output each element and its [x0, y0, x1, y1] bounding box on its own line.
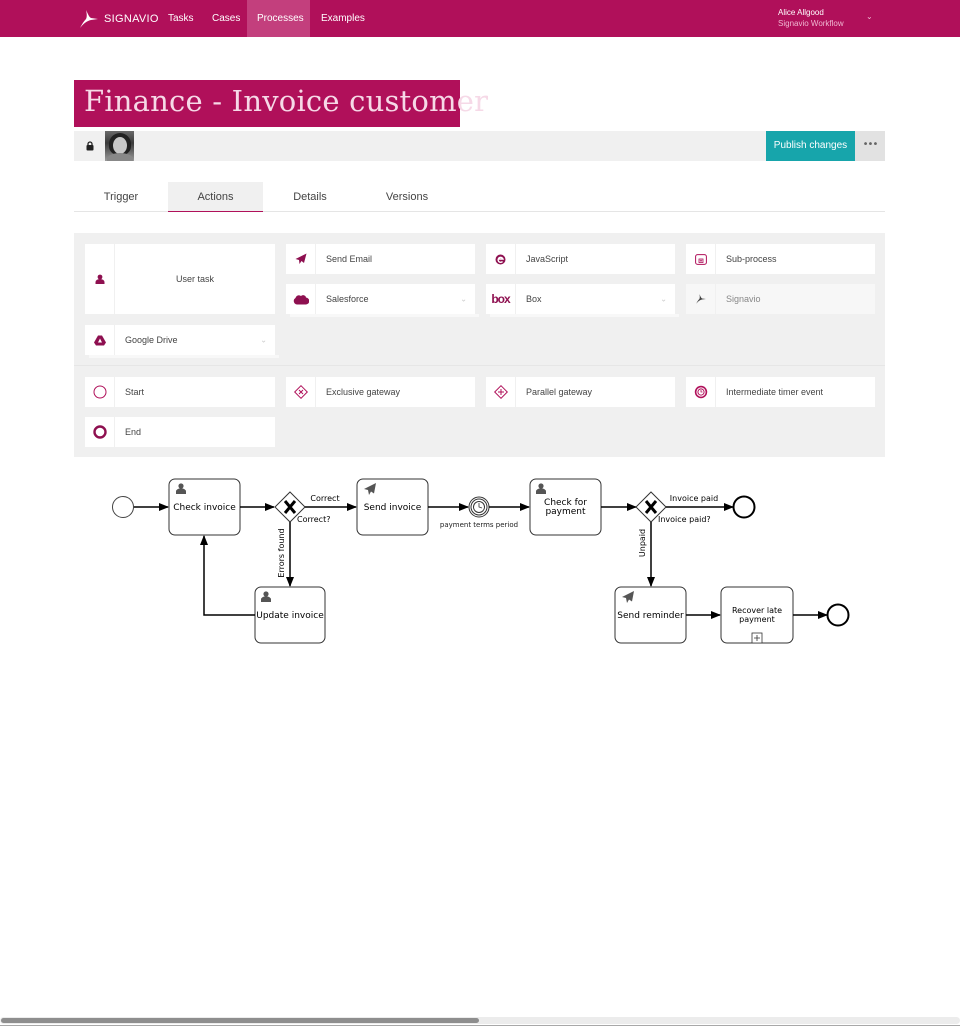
- palette-label: Signavio: [716, 284, 875, 314]
- timer-event[interactable]: payment terms period: [440, 496, 518, 529]
- nav-tasks[interactable]: Tasks: [158, 0, 204, 37]
- task-label: Check invoice: [173, 503, 236, 513]
- end-event-icon: [85, 417, 114, 447]
- palette-label: Exclusive gateway: [316, 377, 475, 407]
- lock-icon: [86, 141, 94, 151]
- task-label: Send reminder: [617, 611, 684, 621]
- palette-sub-process[interactable]: Sub-process: [686, 244, 875, 274]
- palette-label: Start: [115, 377, 275, 407]
- tab-details[interactable]: Details: [263, 182, 357, 212]
- more-options-button[interactable]: •••: [855, 131, 885, 161]
- palette-label: Send Email: [316, 244, 475, 274]
- palette-label: Google Drive ⌄: [115, 325, 275, 355]
- palette-label: Box ⌄: [516, 284, 675, 314]
- salesforce-icon: [286, 284, 315, 314]
- palette-salesforce[interactable]: Salesforce ⌄: [286, 284, 479, 317]
- user-icon: [85, 244, 114, 314]
- palette-label: Salesforce ⌄: [316, 284, 475, 314]
- flow-label: Unpaid: [638, 529, 647, 557]
- process-title-box[interactable]: Finance - Invoice customer: [74, 80, 488, 127]
- exclusive-gateway-icon: [286, 377, 315, 407]
- palette-user-task[interactable]: User task: [85, 244, 275, 314]
- palette-label: End: [115, 417, 275, 447]
- nav-examples[interactable]: Examples: [311, 0, 375, 37]
- task-check-invoice[interactable]: Check invoice: [168, 478, 241, 536]
- palette-javascript[interactable]: JavaScript: [486, 244, 675, 274]
- palette-label: Sub-process: [716, 244, 875, 274]
- task-send-reminder[interactable]: Send reminder: [614, 586, 687, 644]
- javascript-icon: [486, 244, 515, 274]
- palette-timer-event[interactable]: Intermediate timer event: [686, 377, 875, 407]
- task-update-invoice[interactable]: Update invoice: [254, 586, 326, 644]
- nav-cases[interactable]: Cases: [202, 0, 250, 37]
- gateway-label: Invoice paid?: [658, 515, 711, 524]
- google-drive-icon: [85, 325, 114, 355]
- task-label: Update invoice: [256, 611, 324, 621]
- flow-label: Invoice paid: [670, 494, 718, 503]
- process-title[interactable]: Finance - Invoice customer: [84, 84, 488, 118]
- nav-processes[interactable]: Processes: [247, 0, 310, 37]
- palette-parallel-gateway[interactable]: Parallel gateway: [486, 377, 675, 407]
- publish-changes-button[interactable]: Publish changes: [766, 131, 855, 161]
- parallel-gateway-icon: [486, 377, 515, 407]
- start-event-icon: [85, 377, 114, 407]
- palette-google-drive[interactable]: Google Drive ⌄: [85, 325, 279, 358]
- collapsed-subprocess-marker-icon[interactable]: [751, 632, 763, 644]
- brand-name: SIGNAVIO: [104, 13, 159, 25]
- palette-label: Parallel gateway: [516, 377, 675, 407]
- palette-end-event[interactable]: End: [85, 417, 275, 447]
- flow-label: Correct: [310, 494, 339, 503]
- tab-versions[interactable]: Versions: [357, 182, 457, 212]
- task-label-line-1: Recover late: [732, 606, 782, 615]
- timer-event-icon: [686, 377, 715, 407]
- task-label-line-2: payment: [545, 507, 586, 517]
- start-event[interactable]: [112, 496, 134, 518]
- palette-start-event[interactable]: Start: [85, 377, 275, 407]
- horizontal-scrollbar-thumb[interactable]: [1, 1018, 479, 1023]
- palette-box[interactable]: box Box ⌄: [486, 284, 679, 317]
- palette-exclusive-gateway[interactable]: Exclusive gateway: [286, 377, 475, 407]
- task-send-invoice[interactable]: Send invoice: [356, 478, 429, 536]
- subprocess-recover-late-payment[interactable]: Recover late payment: [720, 586, 794, 644]
- gateway-label: Correct?: [297, 515, 330, 524]
- task-label-line-2: payment: [739, 615, 775, 624]
- palette-label: Intermediate timer event: [716, 377, 875, 407]
- chevron-down-icon[interactable]: ⌄: [460, 295, 467, 304]
- subprocess-icon: [686, 244, 715, 274]
- user-menu[interactable]: Alice Allgood Signavio Workflow: [778, 7, 844, 29]
- task-check-for-payment[interactable]: Check for payment: [529, 478, 602, 536]
- sequence-flow-loop-back[interactable]: [200, 535, 255, 616]
- timer-label: payment terms period: [440, 521, 518, 529]
- palette-label-text: Google Drive: [125, 335, 178, 345]
- palette-divider: [74, 365, 885, 366]
- end-event[interactable]: [826, 603, 850, 627]
- palette-label: User task: [115, 244, 275, 314]
- process-meta-bar: [74, 131, 885, 161]
- chevron-down-icon[interactable]: ⌄: [260, 336, 267, 345]
- task-label: Send invoice: [364, 503, 422, 513]
- brand-logo[interactable]: SIGNAVIO: [78, 8, 159, 30]
- paper-plane-icon: [286, 244, 315, 274]
- flow-label: Errors found: [277, 528, 286, 577]
- signavio-logo-icon: [80, 10, 98, 28]
- tab-trigger[interactable]: Trigger: [74, 182, 168, 212]
- process-diagram[interactable]: Check invoice Correct? Correct Errors fo…: [0, 460, 960, 660]
- end-event[interactable]: [732, 495, 756, 519]
- tab-actions[interactable]: Actions: [168, 182, 263, 212]
- chevron-down-icon[interactable]: ⌄: [660, 295, 667, 304]
- owner-avatar[interactable]: [105, 131, 134, 161]
- palette-label-text: Box: [526, 294, 542, 304]
- user-organization: Signavio Workflow: [778, 19, 844, 28]
- signavio-icon: [686, 284, 715, 314]
- chevron-down-icon[interactable]: ⌄: [866, 12, 873, 21]
- palette-send-email[interactable]: Send Email: [286, 244, 475, 274]
- palette-label-text: Salesforce: [326, 294, 369, 304]
- palette-signavio[interactable]: Signavio: [686, 284, 875, 314]
- box-icon: box: [486, 284, 515, 314]
- user-name: Alice Allgood: [778, 8, 824, 17]
- palette-label: JavaScript: [516, 244, 675, 274]
